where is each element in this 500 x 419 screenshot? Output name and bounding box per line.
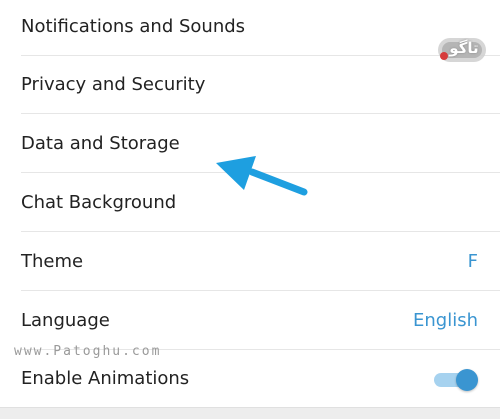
- section-separator: [0, 407, 500, 419]
- setting-label: Data and Storage: [21, 133, 180, 154]
- setting-theme[interactable]: Theme F: [0, 233, 500, 291]
- divider: [21, 231, 500, 232]
- setting-label: Language: [21, 310, 110, 331]
- setting-label: Theme: [21, 251, 84, 272]
- setting-language[interactable]: Language English: [0, 292, 500, 350]
- setting-data-and-storage[interactable]: Data and Storage: [0, 115, 500, 173]
- setting-chat-background[interactable]: Chat Background: [0, 174, 500, 232]
- setting-label: Privacy and Security: [21, 74, 206, 95]
- setting-privacy-and-security[interactable]: Privacy and Security: [0, 56, 500, 114]
- divider: [21, 113, 500, 114]
- toggle-knob: [456, 369, 478, 391]
- watermark-logo: تاگو: [432, 32, 496, 68]
- setting-notifications-and-sounds[interactable]: Notifications and Sounds: [0, 0, 500, 56]
- toggle-switch-icon[interactable]: [434, 369, 478, 391]
- setting-value-language: English: [413, 310, 478, 331]
- watermark-url: www.Patoghu.com: [14, 344, 162, 359]
- setting-label: Chat Background: [21, 192, 177, 213]
- logo-text: تاگو: [449, 39, 479, 57]
- divider: [21, 290, 500, 291]
- settings-screen: Notifications and Sounds Privacy and Sec…: [0, 0, 500, 419]
- divider: [21, 172, 500, 173]
- setting-label: Notifications and Sounds: [21, 16, 246, 37]
- setting-value-theme: F: [467, 251, 478, 272]
